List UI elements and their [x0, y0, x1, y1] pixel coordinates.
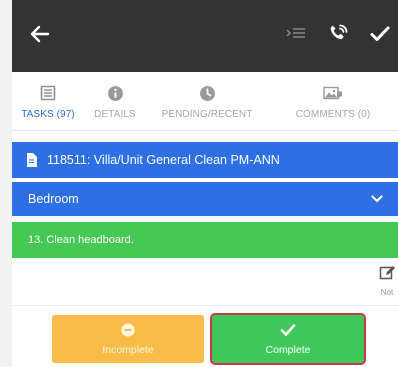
task-screen: TASKS (97) DETAILS PENDING/RECENT COMMEN… — [12, 0, 398, 367]
complete-button[interactable]: Complete — [212, 315, 364, 363]
app-bar-actions — [284, 22, 392, 46]
clock-icon — [199, 82, 216, 104]
image-comment-icon — [323, 82, 343, 104]
incomplete-label: Incomplete — [102, 343, 154, 356]
chevron-down-icon[interactable] — [370, 192, 384, 209]
tab-comments[interactable]: COMMENTS (0) — [268, 72, 398, 130]
task-row[interactable]: 13. Clean headboard. — [12, 222, 398, 258]
tab-details[interactable]: DETAILS — [84, 72, 146, 130]
notes-button[interactable]: Not — [370, 265, 398, 305]
document-icon — [26, 153, 37, 167]
tab-comments-label: COMMENTS (0) — [295, 109, 371, 120]
tab-pending-recent-label: PENDING/RECENT — [161, 109, 253, 120]
work-order-header[interactable]: 118511: Villa/Unit General Clean PM-ANN — [12, 142, 398, 178]
notes-label: Not — [380, 288, 394, 297]
section-title: Bedroom — [28, 192, 79, 206]
minus-circle-icon — [121, 323, 135, 340]
task-title: 13. Clean headboard. — [28, 234, 134, 246]
work-order-title: 118511: Villa/Unit General Clean PM-ANN — [47, 153, 280, 167]
edit-icon — [379, 265, 395, 286]
info-icon — [107, 82, 124, 104]
phone-call-icon[interactable] — [326, 22, 350, 46]
tab-bar: TASKS (97) DETAILS PENDING/RECENT COMMEN… — [12, 72, 398, 131]
arrow-left-icon[interactable] — [28, 22, 52, 46]
list-icon — [40, 82, 56, 104]
section-header[interactable]: Bedroom — [12, 182, 398, 216]
check-icon — [280, 323, 296, 340]
app-bar — [12, 0, 398, 72]
indent-list-icon[interactable] — [284, 22, 308, 46]
complete-label: Complete — [265, 343, 311, 356]
check-icon[interactable] — [368, 22, 392, 46]
incomplete-button[interactable]: Incomplete — [52, 315, 204, 363]
tab-tasks[interactable]: TASKS (97) — [12, 72, 84, 130]
tab-pending-recent[interactable]: PENDING/RECENT — [146, 72, 268, 130]
tab-details-label: DETAILS — [94, 109, 136, 120]
divider — [12, 305, 398, 306]
tab-tasks-label: TASKS (97) — [21, 109, 75, 120]
